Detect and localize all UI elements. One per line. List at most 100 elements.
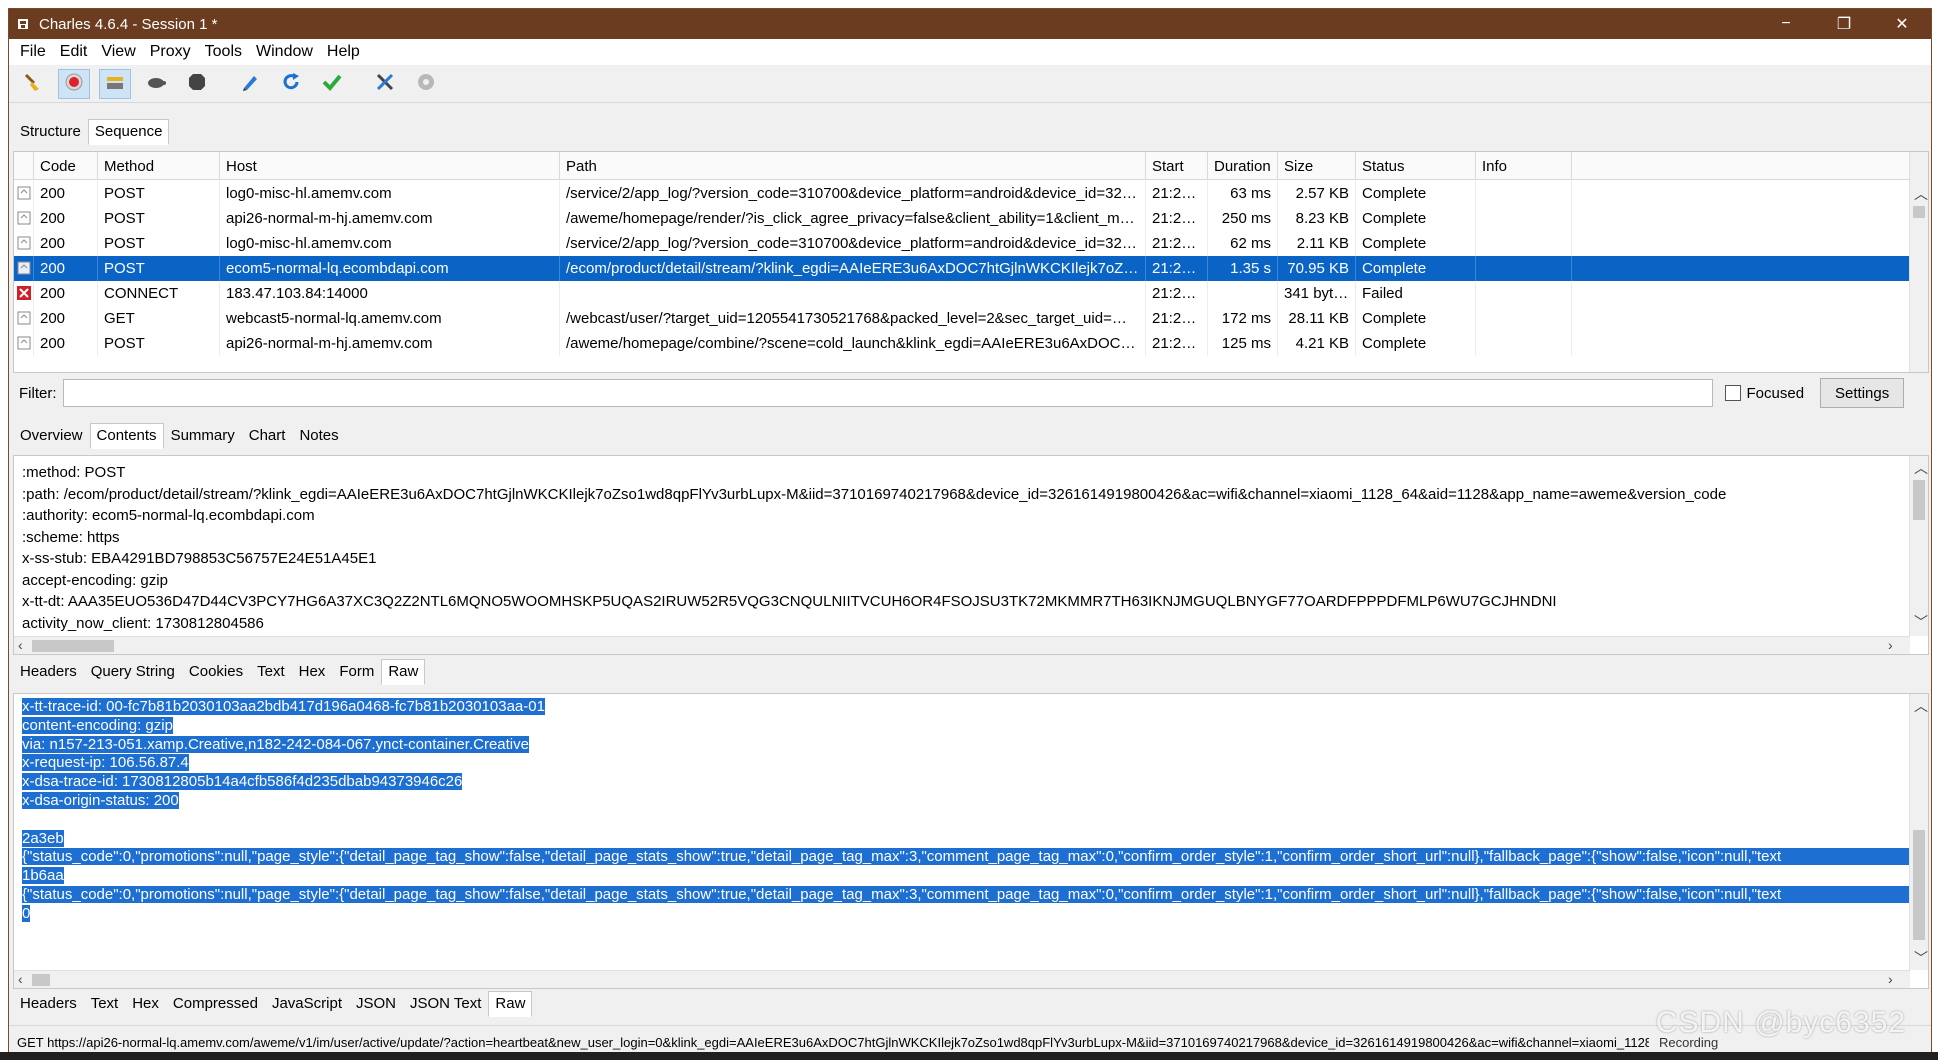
response-tab-raw[interactable]: Raw <box>488 991 533 1017</box>
request-line: :authority: ecom5-normal-lq.ecombdapi.co… <box>22 507 315 524</box>
selected-text: 0 <box>22 904 31 922</box>
tab-contents[interactable]: Contents <box>89 423 164 449</box>
table-vertical-scrollbar[interactable]: ︿ <box>1909 152 1928 372</box>
response-hscroll-thumb[interactable] <box>32 974 50 986</box>
scroll-right-arrow[interactable]: › <box>1888 971 1893 987</box>
cell-method: POST <box>98 331 220 356</box>
tab-structure[interactable]: Structure <box>13 119 88 145</box>
tab-summary[interactable]: Summary <box>164 423 242 449</box>
settings-button[interactable]: Settings <box>1820 378 1905 408</box>
scroll-left-arrow[interactable]: ‹ <box>18 637 23 653</box>
table-scroll-thumb[interactable] <box>1913 206 1925 218</box>
table-row[interactable]: 200 CONNECT 183.47.103.84:14000 21:20:05 341… <box>14 281 1910 306</box>
response-scroll-thumb[interactable] <box>1913 830 1925 940</box>
tab-sequence[interactable]: Sequence <box>87 119 170 145</box>
broom-button[interactable] <box>17 69 49 99</box>
request-scroll-thumb[interactable] <box>1913 480 1925 520</box>
table-row[interactable]: 200 POST log0-misc-hl.amemv.com/service/2/… <box>14 231 1910 256</box>
response-tab-javascript[interactable]: JavaScript <box>265 991 349 1017</box>
table-row[interactable]: 200 POST api26-normal-m-hj.amemv.com/aweme… <box>14 331 1910 356</box>
scroll-left-arrow[interactable]: ‹ <box>18 971 23 987</box>
menu-window[interactable]: Window <box>249 43 320 61</box>
scroll-up-arrow[interactable]: ︿ <box>1914 696 1928 716</box>
check-button[interactable] <box>316 69 348 99</box>
menu-file[interactable]: File <box>13 43 53 61</box>
stop-button[interactable] <box>181 69 213 99</box>
tools-button[interactable] <box>369 69 401 99</box>
response-tab-text[interactable]: Text <box>84 991 126 1017</box>
selected-text: {"status_code":0,"promotions":null,"page… <box>22 885 1910 903</box>
request-tab-query-string[interactable]: Query String <box>84 659 182 685</box>
filter-input[interactable] <box>62 379 1713 407</box>
request-icon <box>14 206 34 231</box>
gear-button[interactable] <box>410 69 442 99</box>
menu-tools[interactable]: Tools <box>198 43 249 61</box>
maximize-button[interactable]: ❐ <box>1815 9 1873 39</box>
request-vertical-scrollbar[interactable]: ︿ ﹀ <box>1909 456 1928 636</box>
cell-path: /ecom/product/detail/stream/?klink_egdi=… <box>560 256 1146 281</box>
response-tab-json[interactable]: JSON <box>349 991 403 1017</box>
refresh-icon <box>280 71 302 97</box>
throttle-button[interactable] <box>99 68 131 99</box>
tab-overview[interactable]: Overview <box>13 423 90 449</box>
request-horizontal-scrollbar[interactable]: ‹ › <box>14 636 1910 654</box>
request-tab-hex[interactable]: Hex <box>292 659 333 685</box>
selected-text: 2a3eb <box>22 829 64 847</box>
refresh-button[interactable] <box>275 69 307 99</box>
column-header-method[interactable]: Method <box>98 152 220 180</box>
response-line: content-encoding: gzip <box>14 716 1910 736</box>
table-row[interactable]: 200 GET webcast5-normal-lq.amemv.com/webca… <box>14 306 1910 331</box>
request-line: accept-encoding: gzip <box>22 571 168 589</box>
scroll-down-arrow[interactable]: ﹀ <box>1914 948 1928 968</box>
menu-proxy[interactable]: Proxy <box>143 43 198 61</box>
table-row[interactable]: 200 POST log0-misc-hl.amemv.com/service/2/… <box>14 181 1910 206</box>
request-tab-cookies[interactable]: Cookies <box>182 659 250 685</box>
request-tab-form[interactable]: Form <box>332 659 381 685</box>
column-header-size[interactable]: Size <box>1278 152 1356 180</box>
request-hscroll-thumb[interactable] <box>32 640 114 652</box>
cell-status: Complete <box>1356 306 1476 331</box>
table-row[interactable]: 200 POST ecom5-normal-lq.ecombdapi.com/eco… <box>14 256 1910 281</box>
scroll-up-arrow[interactable]: ︿ <box>1914 458 1928 478</box>
response-line: {"status_code":0,"promotions":null,"page… <box>14 885 1910 905</box>
response-tab-compressed[interactable]: Compressed <box>166 991 265 1017</box>
column-header-duration[interactable]: Duration <box>1208 152 1278 180</box>
column-header-start[interactable]: Start <box>1146 152 1208 180</box>
cell-path <box>560 281 1146 306</box>
request-tab-text[interactable]: Text <box>250 659 292 685</box>
focused-checkbox[interactable] <box>1724 385 1741 401</box>
cell-host: log0-misc-hl.amemv.com <box>220 181 560 206</box>
scroll-down-arrow[interactable]: ﹀ <box>1914 612 1928 632</box>
request-tab-headers[interactable]: Headers <box>13 659 84 685</box>
menu-view[interactable]: View <box>94 43 142 61</box>
column-header-info[interactable]: Info <box>1476 152 1572 180</box>
response-tab-hex[interactable]: Hex <box>125 991 166 1017</box>
record-button[interactable] <box>58 68 90 99</box>
turtle-button[interactable] <box>140 69 172 99</box>
column-header-status[interactable]: Status <box>1356 152 1476 180</box>
minimize-button[interactable]: − <box>1757 9 1815 39</box>
request-tab-raw[interactable]: Raw <box>381 659 426 685</box>
cell-start: 21:20:05 <box>1146 231 1208 256</box>
column-header-host[interactable]: Host <box>220 152 560 180</box>
tab-notes[interactable]: Notes <box>292 423 345 449</box>
table-row[interactable]: 200 POST api26-normal-m-hj.amemv.com/aweme… <box>14 206 1910 231</box>
column-header-path[interactable]: Path <box>560 152 1146 180</box>
response-vertical-scrollbar[interactable]: ︿ ﹀ <box>1909 694 1928 970</box>
menu-edit[interactable]: Edit <box>53 43 95 61</box>
response-raw-text[interactable]: x-tt-trace-id: 00-fc7b81b2030103aa2bdb41… <box>14 698 1910 924</box>
cell-start: 21:20:05 <box>1146 281 1208 306</box>
close-button[interactable]: ✕ <box>1873 9 1931 39</box>
selected-text: x-dsa-origin-status: 200 <box>22 791 179 809</box>
tab-chart[interactable]: Chart <box>242 423 293 449</box>
column-header-code[interactable]: Code <box>34 152 98 180</box>
response-horizontal-scrollbar[interactable]: ‹ › <box>14 970 1910 988</box>
response-tab-headers[interactable]: Headers <box>13 991 84 1017</box>
menu-help[interactable]: Help <box>320 43 367 61</box>
cell-info <box>1476 281 1572 306</box>
pen-button[interactable] <box>234 69 266 99</box>
cell-size: 341 bytes <box>1278 281 1356 306</box>
response-tab-json-text[interactable]: JSON Text <box>403 991 488 1017</box>
scroll-right-arrow[interactable]: › <box>1888 637 1893 653</box>
scroll-up-arrow[interactable]: ︿ <box>1914 184 1928 204</box>
